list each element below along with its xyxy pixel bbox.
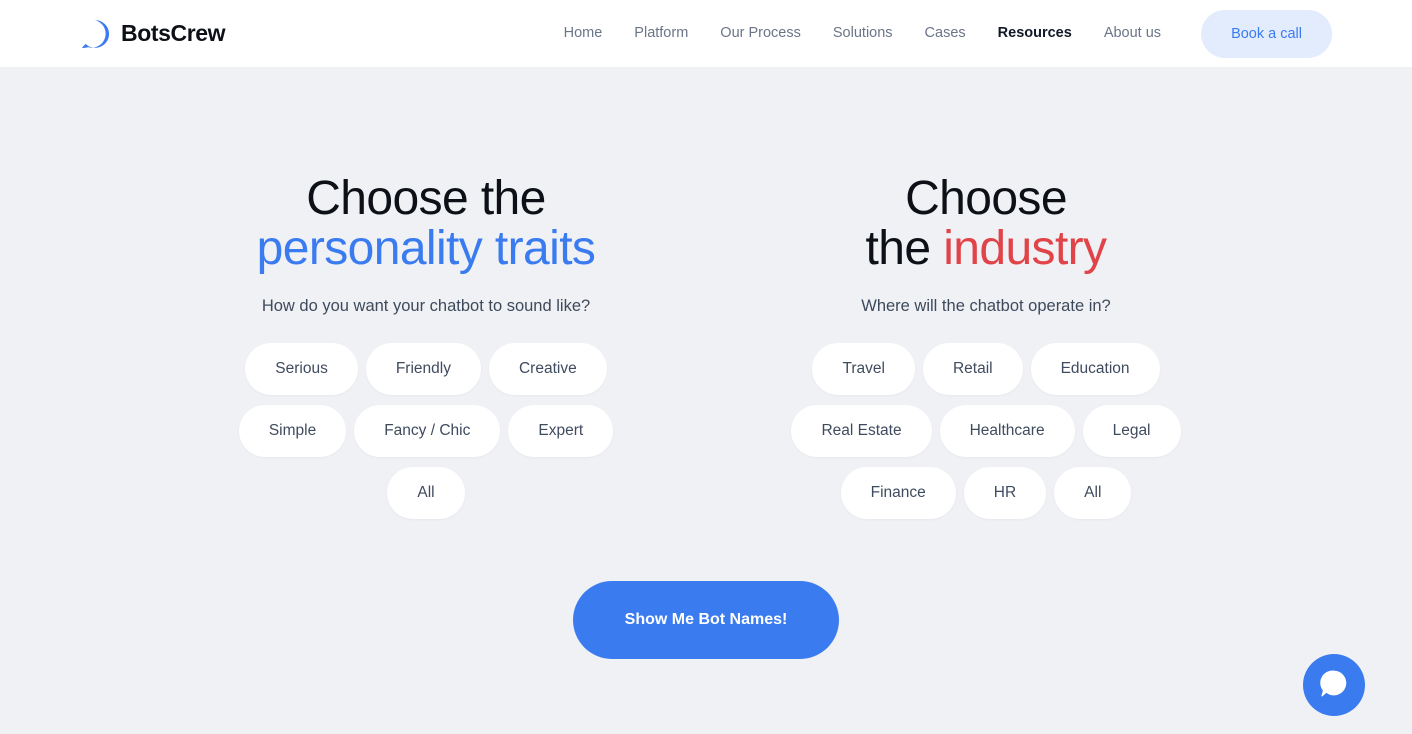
- chat-bubble-icon: [1317, 666, 1351, 705]
- personality-subtitle: How do you want your chatbot to sound li…: [261, 296, 591, 315]
- industry-option-row: Real Estate Healthcare Legal: [791, 404, 1181, 457]
- option-legal[interactable]: Legal: [1082, 404, 1181, 457]
- personality-traits-column: Choose the personality traits How do you…: [146, 174, 706, 519]
- industry-option-row: Finance HR All: [840, 466, 1132, 519]
- option-simple[interactable]: Simple: [238, 404, 347, 457]
- option-real-estate[interactable]: Real Estate: [791, 404, 932, 457]
- industry-subtitle: Where will the chatbot operate in?: [861, 296, 1111, 315]
- nav-item-solutions[interactable]: Solutions: [817, 0, 909, 67]
- cta-section: Show Me Bot Names!: [0, 580, 1412, 659]
- personality-option-row: Serious Friendly Creative: [245, 342, 607, 395]
- option-friendly[interactable]: Friendly: [365, 342, 481, 395]
- site-header: BotsCrew Home Platform Our Process Solut…: [0, 0, 1412, 67]
- option-healthcare[interactable]: Healthcare: [939, 404, 1075, 457]
- option-travel[interactable]: Travel: [812, 342, 915, 395]
- nav-item-cases[interactable]: Cases: [909, 0, 982, 67]
- option-all-industry[interactable]: All: [1054, 466, 1132, 519]
- main-navigation: Home Platform Our Process Solutions Case…: [548, 0, 1332, 67]
- book-a-call-button[interactable]: Book a call: [1201, 9, 1332, 58]
- page-body: Choose the personality traits How do you…: [0, 67, 1412, 734]
- personality-heading-line1: Choose the: [306, 172, 546, 225]
- industry-heading-line2-plain: the: [865, 221, 944, 275]
- option-fancy-chic[interactable]: Fancy / Chic: [354, 404, 501, 457]
- industry-heading-line2-accent: industry: [943, 221, 1107, 275]
- personality-heading-line2: personality traits: [256, 221, 596, 275]
- industry-heading-line1: Choose: [905, 172, 1067, 225]
- chat-widget-button[interactable]: [1303, 654, 1365, 716]
- nav-item-platform[interactable]: Platform: [618, 0, 704, 67]
- brand-name: BotsCrew: [121, 20, 226, 46]
- option-creative[interactable]: Creative: [488, 342, 607, 395]
- nav-item-our-process[interactable]: Our Process: [704, 0, 817, 67]
- brand-logo[interactable]: BotsCrew: [80, 19, 226, 49]
- personality-option-row: All: [387, 466, 465, 519]
- option-education[interactable]: Education: [1030, 342, 1160, 395]
- nav-item-home[interactable]: Home: [548, 0, 619, 67]
- industry-option-row: Travel Retail Education: [812, 342, 1160, 395]
- show-me-bot-names-button[interactable]: Show Me Bot Names!: [572, 580, 840, 659]
- nav-item-resources[interactable]: Resources: [982, 0, 1088, 67]
- nav-item-about-us[interactable]: About us: [1088, 0, 1177, 67]
- industry-column: Choose the industry Where will the chatb…: [706, 174, 1266, 519]
- option-hr[interactable]: HR: [963, 466, 1047, 519]
- option-expert[interactable]: Expert: [508, 404, 614, 457]
- option-all-personality[interactable]: All: [387, 466, 465, 519]
- industry-heading: Choose the industry: [865, 172, 1108, 275]
- option-serious[interactable]: Serious: [245, 342, 358, 395]
- option-finance[interactable]: Finance: [840, 466, 956, 519]
- personality-option-row: Simple Fancy / Chic Expert: [238, 404, 614, 457]
- botscrew-logo-icon: [80, 19, 110, 49]
- personality-options: Serious Friendly Creative Simple Fancy /…: [146, 342, 706, 519]
- personality-heading: Choose the personality traits: [257, 174, 596, 274]
- selector-columns: Choose the personality traits How do you…: [0, 67, 1412, 519]
- industry-options: Travel Retail Education Real Estate Heal…: [706, 342, 1266, 519]
- option-retail[interactable]: Retail: [922, 342, 1023, 395]
